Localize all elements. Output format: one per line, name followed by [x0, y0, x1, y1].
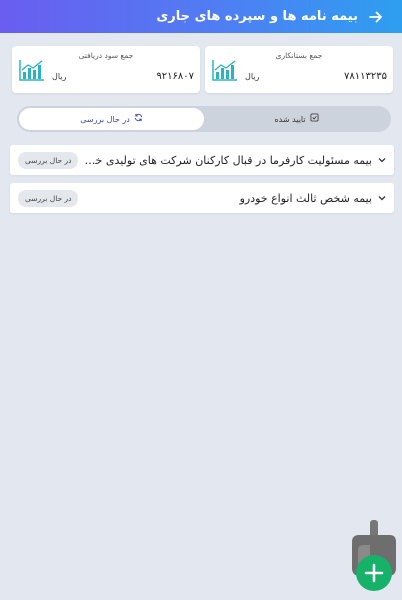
card-unit: ریال — [245, 72, 260, 81]
list-item[interactable]: بیمه شخص ثالث انواع خودرو در حال بررسی — [10, 183, 394, 213]
summary-card-profit: جمع سود دریافتی ۹۲۱۶۸۰۷ ریال — [12, 46, 200, 93]
tab-under-review[interactable]: در حال بررسی — [19, 108, 204, 130]
card-value: ۹۲۱۶۸۰۷ — [156, 71, 194, 82]
refresh-icon — [134, 113, 143, 125]
back-button[interactable] — [364, 5, 388, 29]
chart-icon — [212, 60, 237, 81]
status-badge: در حال بررسی — [18, 189, 79, 207]
chevron-down-icon[interactable] — [375, 157, 389, 163]
status-tabs: تایید شده در حال بررسی — [17, 106, 391, 132]
item-title: بیمه مسئولیت کارفرما در قبال کارکنان شرک… — [84, 153, 372, 167]
arrow-right-icon — [369, 11, 382, 22]
card-value: ۷۸۱۱۳۲۳۵ — [344, 71, 387, 82]
tab-label: در حال بررسی — [80, 114, 130, 124]
app-store-logo[interactable] — [348, 520, 400, 595]
card-unit: ریال — [52, 72, 67, 81]
item-title: بیمه شخص ثالث انواع خودرو — [239, 191, 372, 205]
tab-approved[interactable]: تایید شده — [204, 108, 389, 130]
summary-card-credit: جمع بستانکاری ۷۸۱۱۳۲۳۵ ریال — [205, 46, 393, 93]
check-square-icon — [310, 113, 319, 125]
app-header: بیمه نامه ها و سپرده های جاری — [0, 0, 402, 33]
page-title: بیمه نامه ها و سپرده های جاری — [156, 9, 358, 24]
chart-icon — [19, 60, 44, 81]
list-item[interactable]: بیمه مسئولیت کارفرما در قبال کارکنان شرک… — [10, 145, 394, 175]
status-badge: در حال بررسی — [18, 151, 79, 169]
tab-label: تایید شده — [274, 114, 306, 124]
chevron-down-icon[interactable] — [375, 195, 389, 201]
